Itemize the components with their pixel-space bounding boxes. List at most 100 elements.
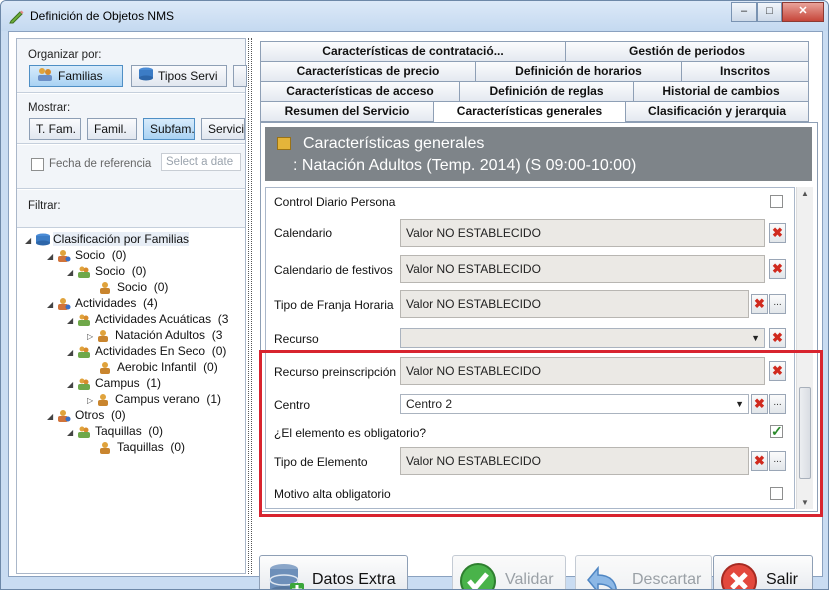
tipo-elemento-field[interactable]: Valor NO ESTABLECIDO <box>400 447 749 475</box>
festivos-field[interactable]: Valor NO ESTABLECIDO <box>400 255 765 283</box>
maximize-button[interactable]: □ <box>757 2 782 22</box>
tree-node[interactable]: Socio (0) <box>99 279 168 295</box>
section-header: Características generales : Natación Adu… <box>265 127 812 181</box>
tree-node[interactable]: ◢ Actividades En Seco (0) <box>67 343 226 359</box>
calendario-field[interactable]: Valor NO ESTABLECIDO <box>400 219 765 247</box>
tree-node[interactable]: ◢ Taquillas (0) <box>67 423 163 439</box>
panel-splitter[interactable] <box>248 38 252 574</box>
obligatorio-label: ¿El elemento es obligatorio? <box>274 426 427 440</box>
tab-row-2: Características de precio Definición de … <box>260 61 818 82</box>
tree-node[interactable]: ▷ Natación Adultos (3 <box>87 327 222 343</box>
tab-horarios[interactable]: Definición de horarios <box>475 61 682 82</box>
control-diario-checkbox[interactable] <box>770 195 783 208</box>
tree-node[interactable]: ◢ Clasificación por Familias <box>25 231 190 247</box>
scroll-down-icon[interactable]: ▼ <box>801 498 809 507</box>
descartar-button[interactable]: Descartar <box>575 555 712 589</box>
tab-inscritos[interactable]: Inscritos <box>681 61 809 82</box>
minimize-button[interactable]: – <box>731 2 757 22</box>
people-icon <box>77 265 91 279</box>
left-panel: Organizar por: Familias Tipos Servi Most… <box>16 38 247 574</box>
tipos-servicio-button[interactable]: Tipos Servi <box>131 65 227 87</box>
people-icon <box>77 377 91 391</box>
person-icon <box>99 281 113 295</box>
filtrar-section: Filtrar: <box>17 190 245 228</box>
close-circle-icon <box>720 562 758 589</box>
people-icon <box>77 425 91 439</box>
tab-resumen[interactable]: Resumen del Servicio <box>260 101 434 122</box>
franja-field[interactable]: Valor NO ESTABLECIDO <box>400 290 749 318</box>
tipo-familia-button[interactable]: T. Fam. <box>29 118 81 140</box>
tab-caracteristicas-generales[interactable]: Características generales <box>433 101 626 124</box>
person-icon <box>57 297 71 311</box>
tab-historial[interactable]: Historial de cambios <box>633 81 809 102</box>
person-icon <box>99 441 113 455</box>
people-icon <box>77 345 91 359</box>
validar-label: Validar <box>505 571 554 588</box>
centro-dropdown[interactable]: Centro 2 ▼ <box>400 394 749 414</box>
tab-reglas[interactable]: Definición de reglas <box>459 81 634 102</box>
datos-extra-button[interactable]: Datos Extra <box>259 555 408 589</box>
tree-node[interactable]: ◢ Actividades (4) <box>47 295 158 311</box>
tree-node[interactable]: ◢ Socio (0) <box>67 263 146 279</box>
scroll-thumb[interactable] <box>799 387 811 479</box>
clear-festivos-button[interactable]: ✖ <box>769 259 786 279</box>
organizar-section: Organizar por: Familias Tipos Servi <box>17 39 247 93</box>
property-scrollbar[interactable]: ▲ ▼ <box>796 187 813 509</box>
tab-contratacion[interactable]: Características de contratació... <box>260 41 566 62</box>
window-title: Definición de Objetos NMS <box>30 9 175 23</box>
tree-node[interactable]: Aerobic Infantil (0) <box>99 359 218 375</box>
property-grid: Control Diario Persona Calendario Valor … <box>265 187 795 509</box>
subfamilia-button[interactable]: Subfam. <box>143 118 195 140</box>
centro-label: Centro <box>274 398 311 412</box>
database-icon <box>35 233 50 246</box>
browse-tipo-elemento-button[interactable]: ... <box>769 451 786 471</box>
mostrar-section: Mostrar: T. Fam. Famil. Subfam. Servici <box>17 94 245 144</box>
tree-node[interactable]: ◢ Actividades Acuáticas (3 <box>67 311 228 327</box>
tab-clasificacion[interactable]: Clasificación y jerarquia <box>625 101 809 122</box>
organizar-label: Organizar por: <box>28 49 102 61</box>
people-icon <box>77 313 91 327</box>
tab-gestion-periodos[interactable]: Gestión de periodos <box>565 41 809 62</box>
recurso-label: Recurso <box>274 332 319 346</box>
clear-tipo-elemento-button[interactable]: ✖ <box>751 451 768 471</box>
tree-node[interactable]: ◢ Socio (0) <box>47 247 126 263</box>
salir-label: Salir <box>766 571 799 588</box>
mostrar-label: Mostrar: <box>28 102 71 114</box>
browse-franja-button[interactable]: ... <box>769 294 786 314</box>
header-subtitle: : Natación Adultos (Temp. 2014) (S 09:00… <box>293 157 637 174</box>
people-icon <box>36 67 54 86</box>
preinscripcion-field[interactable]: Valor NO ESTABLECIDO <box>400 357 765 385</box>
tree-node[interactable]: ◢ Campus (1) <box>67 375 161 391</box>
person-icon <box>97 329 111 343</box>
clear-franja-button[interactable]: ✖ <box>751 294 768 314</box>
familias-label: Familias <box>58 69 103 83</box>
tree-node[interactable]: ◢ Otros (0) <box>47 407 126 423</box>
browse-centro-button[interactable]: ... <box>769 394 786 414</box>
familia-button[interactable]: Famil. <box>87 118 137 140</box>
tree-node[interactable]: Taquillas (0) <box>99 439 185 455</box>
familias-button[interactable]: Familias <box>29 65 123 87</box>
fecha-checkbox[interactable] <box>31 157 44 172</box>
salir-button[interactable]: Salir <box>713 555 813 589</box>
servicio-button[interactable]: Servici <box>201 118 245 140</box>
family-tree[interactable]: ◢ Clasificación por Familias ◢ Socio (0) ◢… <box>17 229 245 569</box>
clear-calendario-button[interactable]: ✖ <box>769 223 786 243</box>
clear-recurso-button[interactable]: ✖ <box>769 328 786 348</box>
tab-precio[interactable]: Características de precio <box>260 61 476 82</box>
motivo-alta-label: Motivo alta obligatorio <box>274 487 391 501</box>
clear-preinscripcion-button[interactable]: ✖ <box>769 361 786 381</box>
person-icon <box>99 361 113 375</box>
tree-node[interactable]: ▷ Campus verano (1) <box>87 391 221 407</box>
motivo-alta-checkbox[interactable] <box>770 487 783 500</box>
scroll-up-icon[interactable]: ▲ <box>801 189 809 198</box>
more-organizar-button[interactable] <box>233 65 247 87</box>
clear-centro-button[interactable]: ✖ <box>751 394 768 414</box>
festivos-label: Calendario de festivos <box>274 263 393 277</box>
tab-acceso[interactable]: Características de acceso <box>260 81 460 102</box>
close-button[interactable]: ✕ <box>782 2 824 22</box>
validar-button[interactable]: Validar <box>452 555 566 589</box>
date-input[interactable]: Select a date <box>161 153 241 171</box>
checkmark-circle-icon <box>459 562 497 589</box>
header-title: Características generales <box>303 135 485 152</box>
recurso-dropdown[interactable]: ▼ <box>400 328 765 348</box>
